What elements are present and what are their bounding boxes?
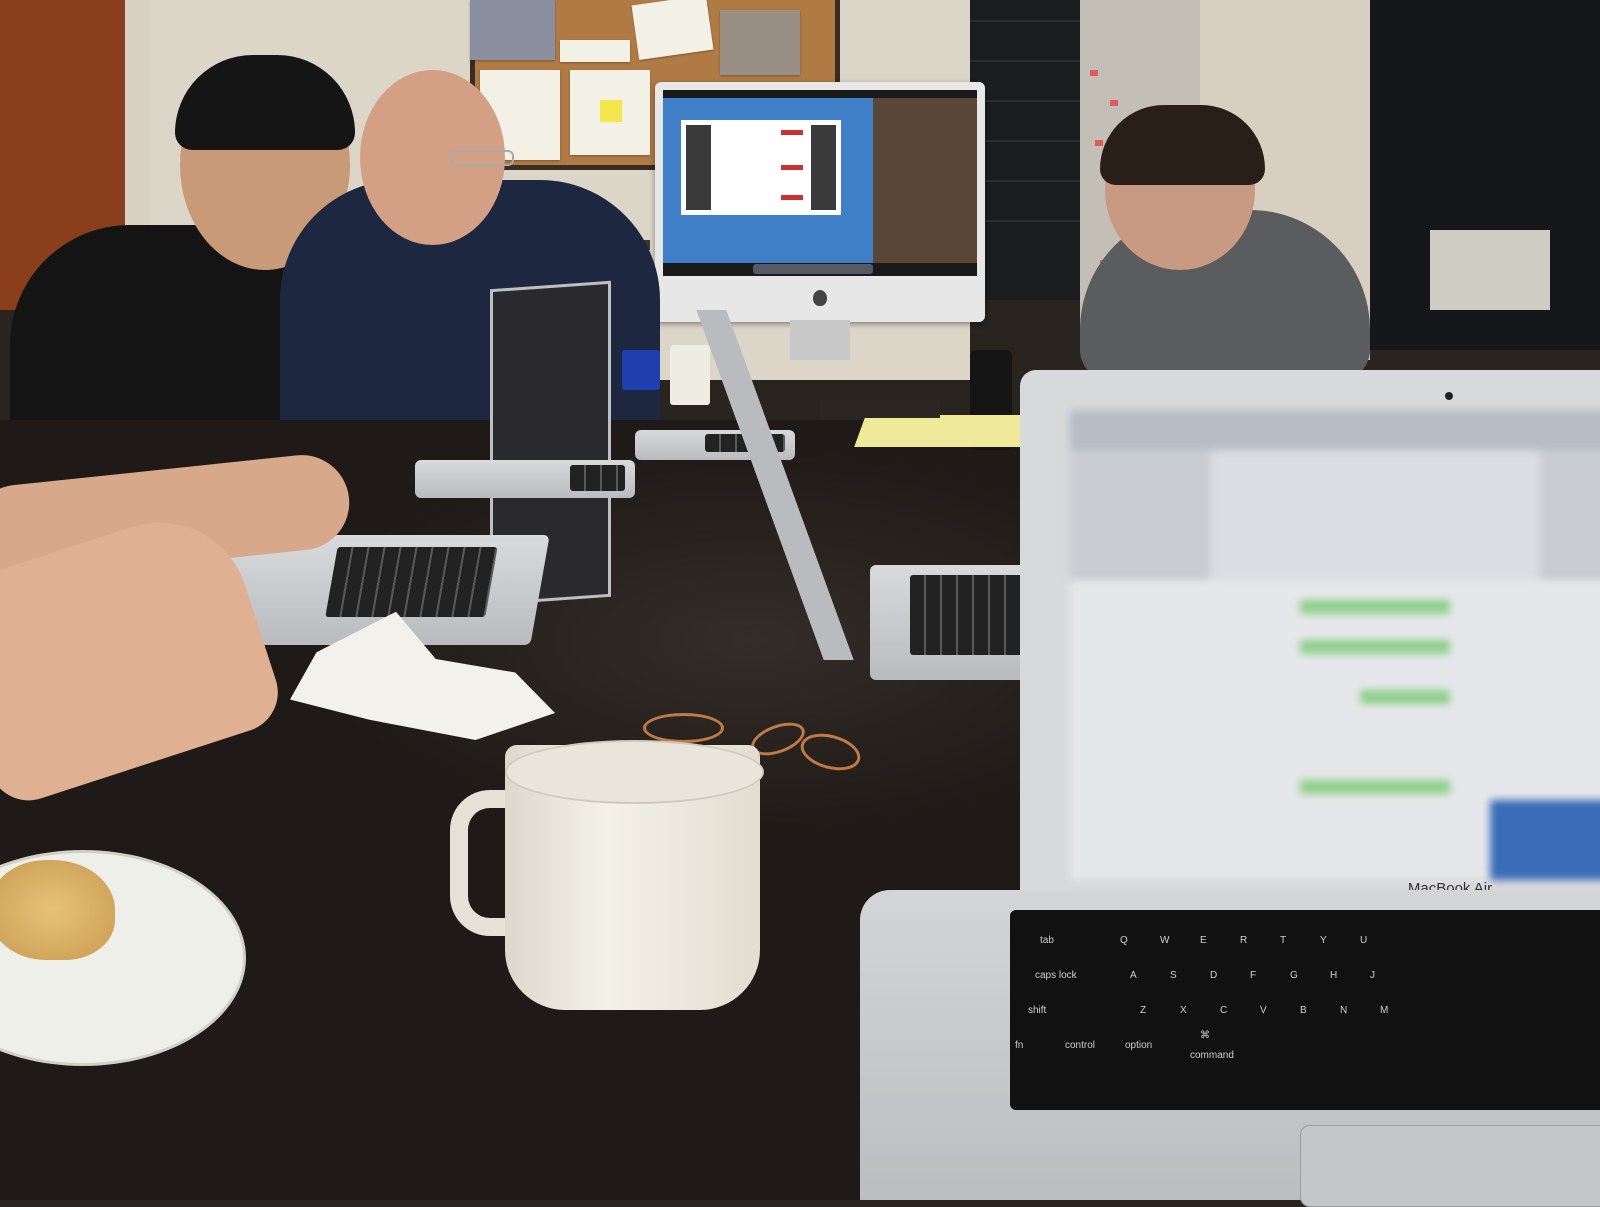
key-f: F — [1250, 970, 1257, 981]
macbook-air-screen-blurred — [1070, 410, 1600, 880]
sticky-note — [1095, 140, 1103, 146]
key-option: option — [1125, 1040, 1153, 1051]
paper-cup — [670, 345, 710, 405]
imac-screen — [663, 90, 977, 276]
book — [820, 400, 940, 418]
progress-bar — [1300, 780, 1450, 794]
key-control: control — [1065, 1040, 1096, 1051]
blind-slat — [970, 60, 1080, 62]
key-v: V — [1260, 1005, 1267, 1016]
window-sidebar — [686, 125, 711, 210]
bread-roll — [0, 860, 115, 960]
comic-strip — [560, 40, 630, 62]
photo — [470, 0, 555, 60]
screen-toolbar — [1070, 410, 1600, 450]
sticky-note — [1090, 70, 1098, 76]
key-g: G — [1290, 970, 1298, 981]
laptop-right-keyboard — [910, 575, 1025, 655]
paper-notice — [631, 0, 714, 60]
key-t: T — [1280, 935, 1287, 946]
imac-stand — [790, 320, 850, 360]
key-c: C — [1220, 1005, 1228, 1016]
key-q: Q — [1120, 935, 1128, 946]
key-command: command — [1190, 1050, 1234, 1061]
yellow-notepad — [854, 415, 1046, 447]
screen-blue-panel — [1490, 800, 1600, 880]
button-mark — [781, 195, 803, 200]
laptop-left-keyboard — [325, 547, 498, 617]
mug-rim — [505, 740, 764, 804]
rubber-band — [643, 713, 724, 743]
progress-bar — [1360, 690, 1450, 704]
blind-slat — [970, 220, 1080, 222]
laptop-center-keyboard — [570, 465, 625, 491]
dock — [753, 264, 873, 274]
key-fn: fn — [1015, 1040, 1024, 1051]
camera-icon — [1445, 392, 1453, 400]
imac-monitor — [655, 82, 985, 322]
button-mark — [781, 130, 803, 135]
key-caps-lock: caps lock — [1035, 970, 1077, 981]
key-h: H — [1330, 970, 1338, 981]
key-y: Y — [1320, 935, 1327, 946]
key-s: S — [1170, 970, 1177, 981]
background-monitor — [1430, 230, 1550, 310]
key-x: X — [1180, 1005, 1187, 1016]
laptop-center-base — [415, 460, 635, 498]
video-panel — [873, 98, 977, 263]
window-sidebar — [811, 125, 836, 210]
macbook-air-trackpad — [1300, 1125, 1600, 1207]
screen-list — [1070, 580, 1600, 880]
blind-slat — [970, 180, 1080, 182]
key-b: B — [1300, 1005, 1307, 1016]
macbook-air-keyboard: tab caps lock shift fn control option ⌘ … — [1010, 910, 1600, 1110]
photo — [720, 10, 800, 75]
blind-slat — [970, 140, 1080, 142]
window-blinds-right — [1370, 0, 1600, 350]
progress-bar — [1300, 640, 1450, 654]
key-r: R — [1240, 935, 1248, 946]
key-n: N — [1340, 1005, 1348, 1016]
blind-slat — [970, 100, 1080, 102]
key-tab: tab — [1040, 935, 1054, 946]
key-e: E — [1200, 935, 1207, 946]
window-blinds-center — [970, 0, 1080, 300]
blue-cup — [622, 350, 660, 390]
key-j: J — [1370, 970, 1375, 981]
key-z: Z — [1140, 1005, 1147, 1016]
key-d: D — [1210, 970, 1218, 981]
laptop-right-base — [870, 565, 1030, 680]
apple-logo-icon — [813, 290, 827, 306]
key-w: W — [1160, 935, 1170, 946]
sticky-note — [1110, 100, 1118, 106]
progress-bar — [1300, 600, 1450, 614]
key-a: A — [1130, 970, 1137, 981]
screen-panel — [1210, 450, 1540, 580]
key-command-symbol: ⌘ — [1200, 1030, 1210, 1041]
key-m: M — [1380, 1005, 1389, 1016]
sticky-note — [600, 100, 622, 122]
button-mark — [781, 165, 803, 170]
key-shift: shift — [1028, 1005, 1047, 1016]
key-u: U — [1360, 935, 1368, 946]
browser-window — [681, 120, 841, 215]
blind-slat — [970, 20, 1080, 22]
eyeglasses — [450, 150, 514, 166]
